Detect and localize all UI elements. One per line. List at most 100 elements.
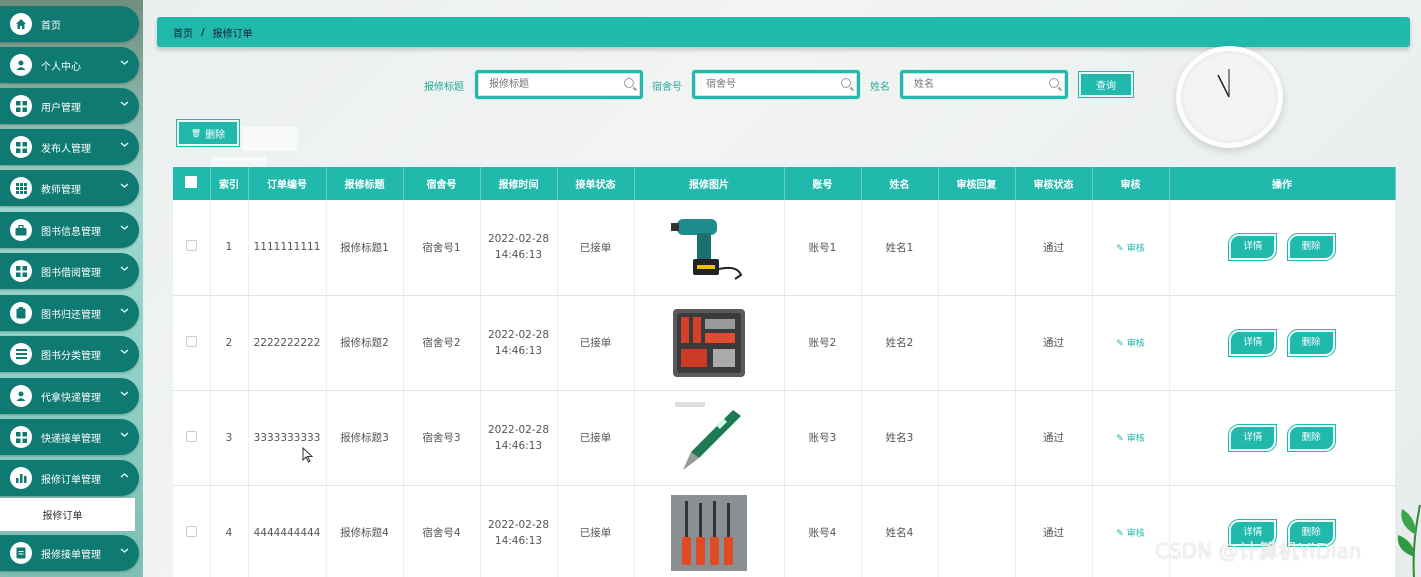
cell-account: 账号2 — [784, 295, 862, 391]
cell-time: 2022-02-28 14:46:13 — [480, 485, 558, 577]
cell-audit: ✎ 审核 — [1092, 295, 1170, 391]
row-checkbox[interactable] — [185, 430, 197, 442]
column-header: 订单编号 — [248, 167, 327, 200]
chevron-down-icon — [120, 347, 130, 357]
chevron-down-icon — [120, 306, 130, 316]
column-header: 报修标题 — [326, 167, 404, 200]
sidebar-item-teacher-management[interactable]: 教师管理 — [0, 170, 139, 206]
cell-reply — [938, 295, 1016, 391]
column-header: 审核回复 — [938, 167, 1016, 200]
select-all-cell[interactable] — [173, 167, 211, 200]
sidebar-item-book-info-management[interactable]: 图书信息管理 — [0, 212, 139, 248]
cell-date-text: 2022-02-28 — [487, 518, 550, 531]
cell-dorm: 宿舍号3 — [403, 390, 481, 486]
sidebar-item-express-order-management[interactable]: 快递接单管理 — [0, 419, 139, 455]
row-checkbox[interactable] — [185, 240, 197, 252]
edit-icon: ✎ — [1116, 434, 1127, 444]
leaf-decoration — [1397, 504, 1421, 577]
sidebar-item-label: 报修接单管理 — [41, 549, 101, 561]
drill-image[interactable] — [671, 209, 747, 286]
sidebar-item-label: 教师管理 — [41, 184, 81, 196]
sidebar-item-book-category-management[interactable]: 图书分类管理 — [0, 336, 139, 372]
cell-audit-status: 通过 — [1015, 390, 1093, 486]
column-header: 宿舍号 — [403, 167, 481, 200]
detail-button[interactable]: 详情 — [1229, 329, 1277, 356]
tester-pen-image[interactable] — [671, 399, 747, 476]
cell-title: 报修标题4 — [326, 485, 404, 577]
search-name-input[interactable] — [903, 73, 1065, 96]
audit-link[interactable]: ✎ 审核 — [1116, 244, 1144, 254]
cell-index: 3 — [210, 390, 249, 486]
row-checkbox[interactable] — [185, 525, 197, 537]
sidebar-item-user-management[interactable]: 用户管理 — [0, 88, 139, 124]
column-header: 接单状态 — [557, 167, 635, 200]
list-icon — [10, 343, 32, 365]
screwdriver-image[interactable] — [671, 494, 747, 571]
toolkit-image[interactable] — [671, 304, 747, 381]
search-title-field[interactable] — [475, 70, 643, 99]
search-dorm-input[interactable] — [695, 73, 857, 96]
sidebar-item-repair-order-management[interactable]: 报修订单管理 — [0, 460, 139, 496]
home-icon — [10, 13, 32, 35]
sidebar-item-book-borrow-management[interactable]: 图书借阅管理 — [0, 253, 139, 289]
edit-icon: ✎ — [1116, 339, 1127, 349]
cell-time: 2022-02-28 14:46:13 — [480, 295, 558, 391]
cell-audit-status: 通过 — [1015, 485, 1093, 577]
watermark: CSDN @计算机YiDian — [1155, 539, 1362, 563]
sidebar-item-repair-accept-management[interactable]: 报修接单管理 — [0, 535, 139, 571]
row-checkbox[interactable] — [185, 335, 197, 347]
sidebar-subitem-repair-orders[interactable]: 报修订单 — [0, 498, 135, 531]
cell-dorm: 宿舍号2 — [403, 295, 481, 391]
sidebar-item-home[interactable]: 首页 — [0, 6, 139, 42]
sidebar-item-label: 报修订单管理 — [41, 474, 101, 486]
sidebar-item-personal-center[interactable]: 个人中心 — [0, 47, 139, 83]
cell-account: 账号3 — [784, 390, 862, 486]
sidebar-item-express-pickup-management[interactable]: 代拿快递管理 — [0, 378, 139, 414]
query-button[interactable]: 查询 — [1079, 72, 1133, 97]
sidebar-item-label: 快递接单管理 — [41, 433, 101, 445]
cell-time-text: 14:46:13 — [494, 344, 543, 357]
breadcrumb-home[interactable]: 首页 — [173, 25, 193, 40]
search-title-input[interactable] — [478, 73, 640, 96]
chevron-down-icon — [120, 58, 130, 68]
detail-button[interactable]: 详情 — [1229, 234, 1277, 261]
cell-account: 账号4 — [784, 485, 862, 577]
chevron-down-icon — [120, 546, 130, 556]
cell-account: 账号1 — [784, 200, 862, 296]
edit-icon: ✎ — [1116, 243, 1127, 254]
breadcrumb-current: 报修订单 — [212, 28, 253, 40]
cell-time-text: 14:46:13 — [494, 439, 543, 452]
search-name-field[interactable] — [900, 70, 1068, 99]
apps-icon — [10, 177, 32, 199]
sidebar-item-publisher-management[interactable]: 发布人管理 — [0, 129, 139, 165]
cell-date-text: 2022-02-28 — [487, 328, 550, 341]
delete-button[interactable]: 删除 — [1287, 424, 1335, 451]
delete-button[interactable]: 删除 — [1287, 329, 1335, 356]
cell-order-no: 3333333333 — [248, 390, 327, 486]
detail-button[interactable]: 详情 — [1229, 424, 1277, 451]
audit-link-label: 审核 — [1126, 339, 1145, 349]
batch-delete-label: 删除 — [205, 129, 226, 141]
cell-dorm: 宿舍号1 — [403, 200, 481, 296]
search-dorm-field[interactable] — [692, 70, 860, 99]
select-all-checkbox[interactable] — [185, 176, 198, 188]
cell-name: 姓名2 — [861, 295, 939, 391]
edit-icon: ✎ — [1116, 529, 1127, 539]
cell-index: 1 — [210, 200, 249, 296]
audit-link[interactable]: ✎ 审核 — [1116, 339, 1144, 349]
sidebar-item-label: 代拿快递管理 — [41, 392, 101, 404]
cell-title: 报修标题1 — [326, 200, 404, 296]
ghost-button — [211, 157, 266, 167]
audit-link[interactable]: ✎ 审核 — [1116, 529, 1144, 539]
sidebar-item-book-return-management[interactable]: 图书归还管理 — [0, 295, 139, 331]
delete-button[interactable]: 删除 — [1287, 234, 1335, 261]
grid-icon — [10, 426, 32, 448]
cell-name: 姓名4 — [861, 485, 939, 577]
batch-delete-button[interactable]: 🗑 删除 — [177, 120, 239, 146]
table-row: 2 2222222222 报修标题2 宿舍号2 2022-02-28 14:46:… — [173, 295, 1396, 391]
sidebar-subitem-label: 报修订单 — [42, 511, 83, 522]
grid-icon — [10, 260, 32, 282]
chevron-down-icon — [120, 181, 130, 191]
audit-link[interactable]: ✎ 审核 — [1116, 434, 1144, 444]
cell-actions: 详情 删除 — [1169, 390, 1396, 486]
